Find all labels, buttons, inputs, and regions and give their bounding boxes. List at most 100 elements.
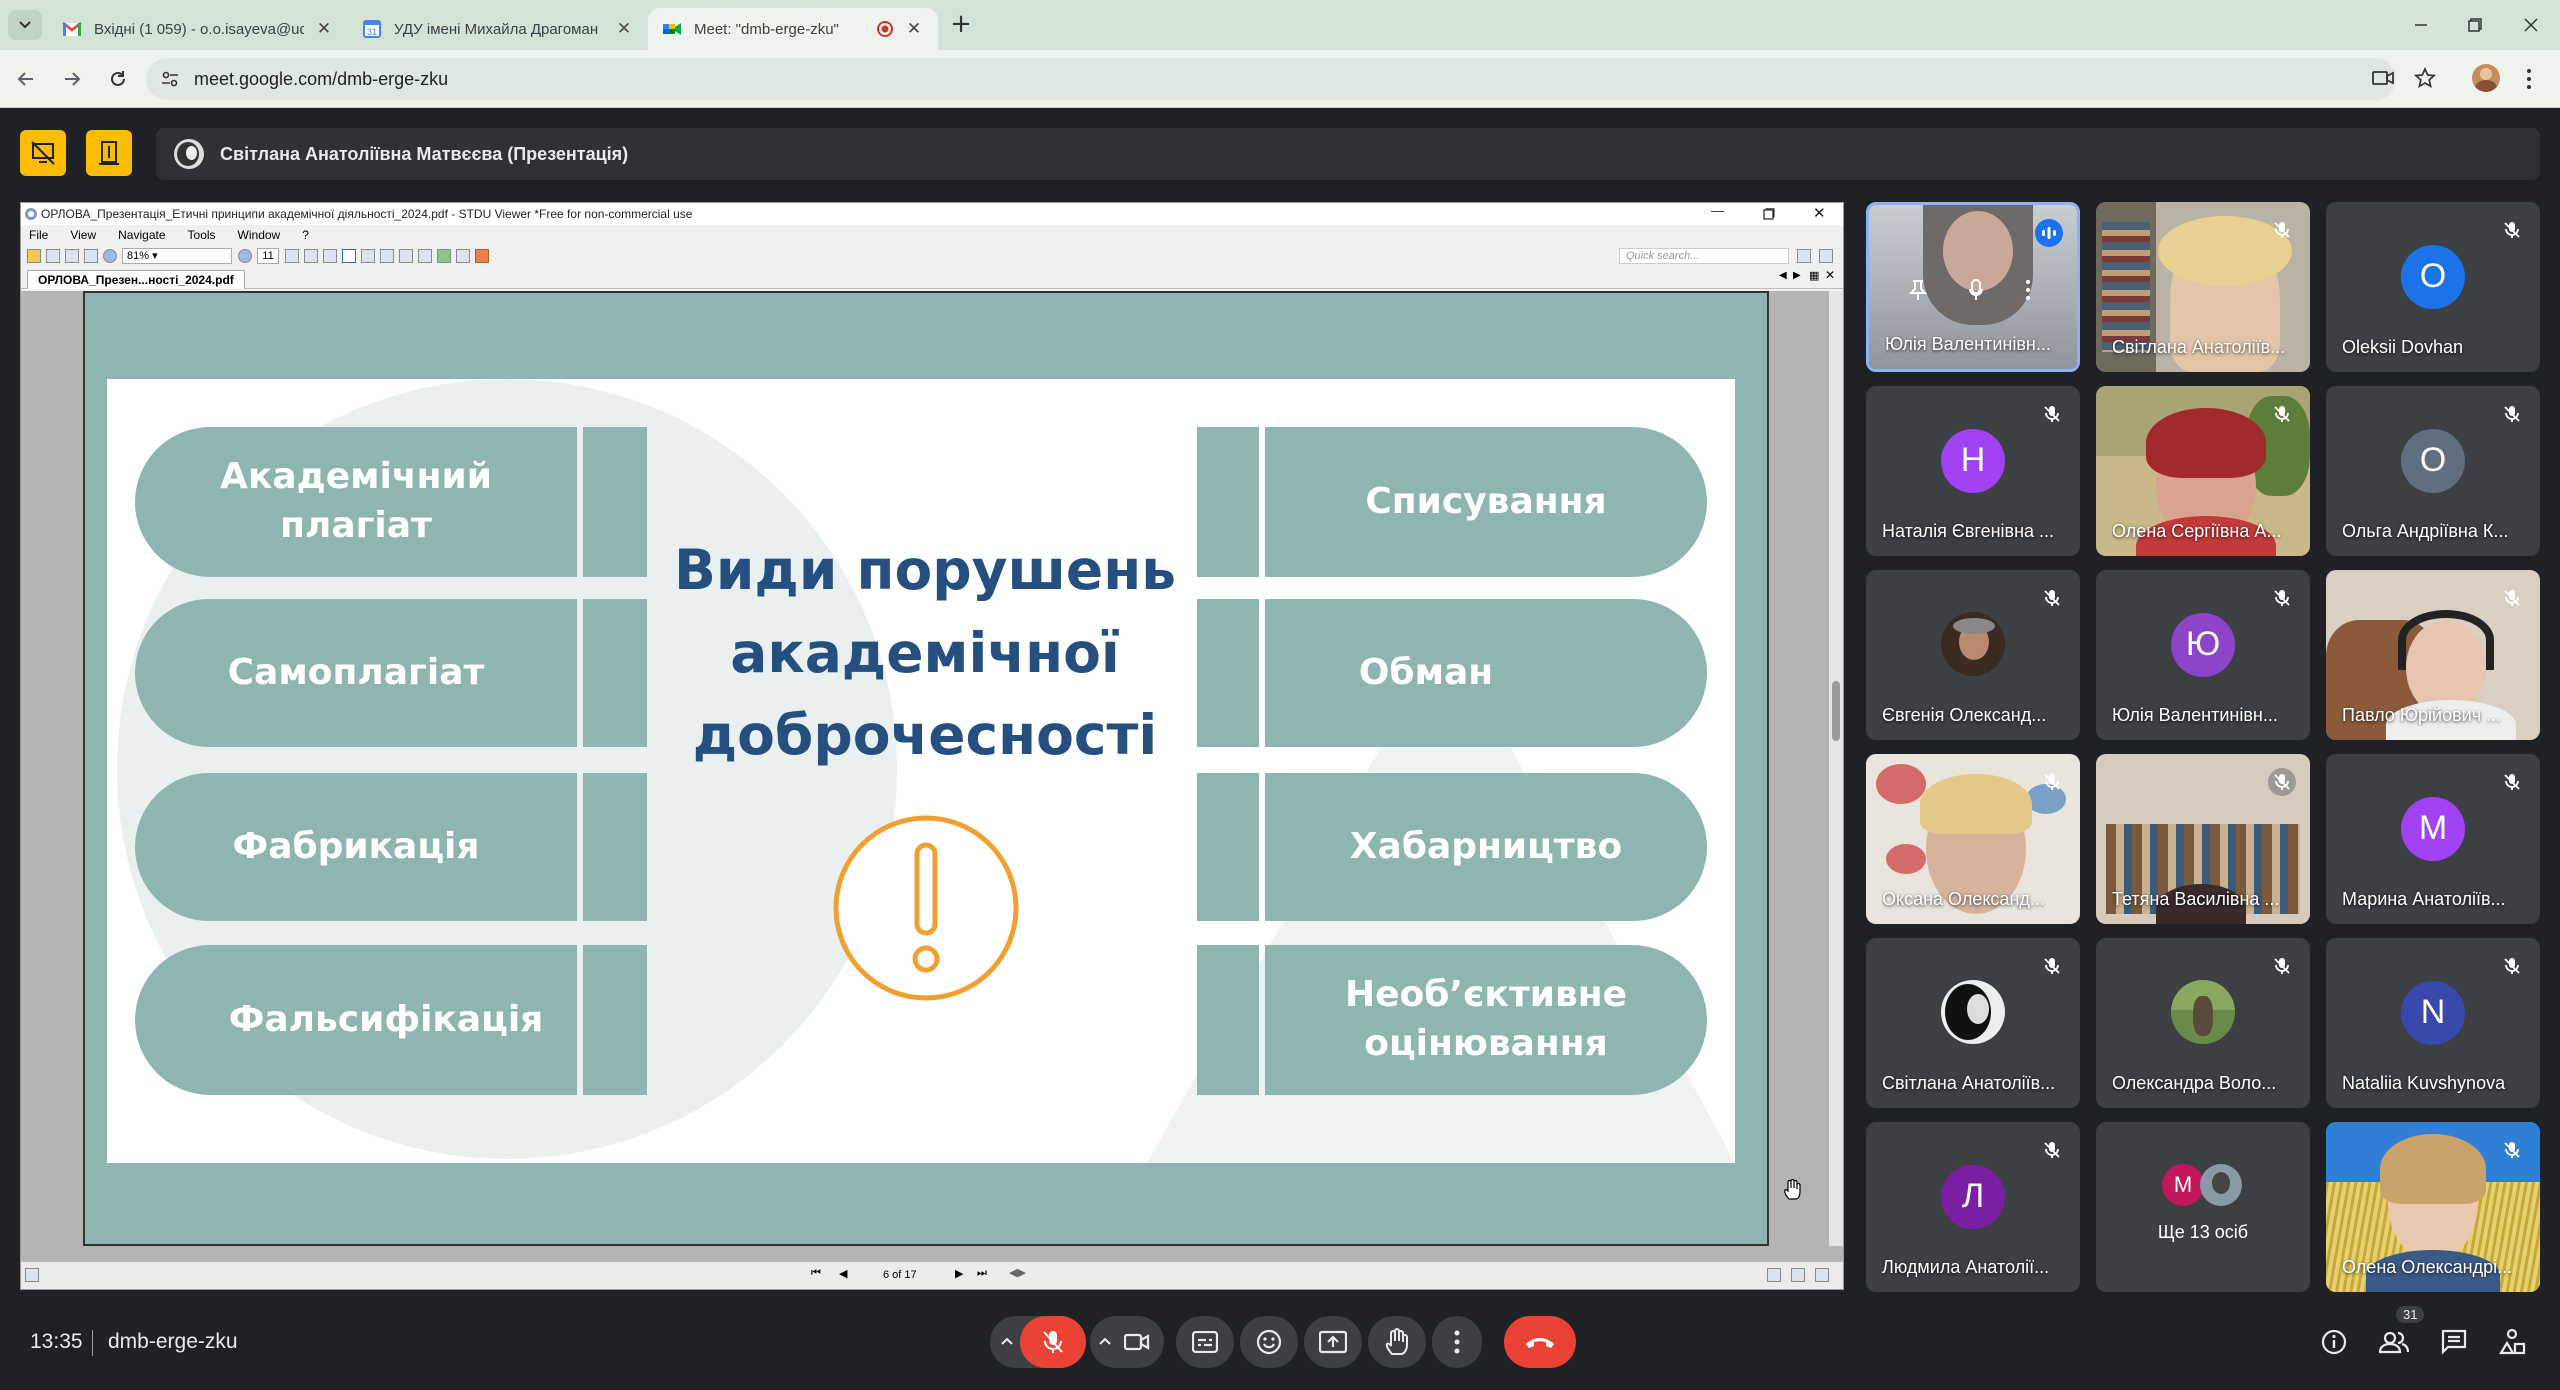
tab-calendar[interactable]: 31 УДУ імені Михайла Драгоман ✕ bbox=[348, 8, 648, 50]
camera-in-use-icon[interactable] bbox=[2372, 68, 2394, 88]
zoom-out-icon[interactable] bbox=[103, 249, 117, 263]
print-icon[interactable] bbox=[46, 249, 60, 263]
participant-tile[interactable]: М Марина Анатоліїв... bbox=[2326, 754, 2540, 924]
bookmark-star-icon[interactable] bbox=[2414, 67, 2436, 89]
chat-button[interactable] bbox=[2432, 1320, 2476, 1364]
mic-toggle-button[interactable] bbox=[1020, 1316, 1086, 1368]
participant-tile[interactable]: Оксана Олександ... bbox=[1866, 754, 2080, 924]
find-icon[interactable] bbox=[418, 249, 432, 263]
menu-view[interactable]: View bbox=[70, 228, 96, 242]
profile-avatar[interactable] bbox=[2472, 64, 2500, 92]
close-icon[interactable]: ✕ bbox=[614, 19, 634, 39]
participant-tile[interactable]: Тетяна Василівна ... bbox=[2096, 754, 2310, 924]
page-number-field[interactable]: 11 bbox=[257, 248, 279, 264]
participant-tile[interactable]: Н Наталія Євгенівна ... bbox=[1866, 386, 2080, 556]
stop-presentation-button[interactable] bbox=[20, 130, 66, 176]
menu-help[interactable]: ? bbox=[302, 228, 309, 242]
page-next-icon[interactable] bbox=[84, 249, 98, 263]
omnibox[interactable]: meet.google.com/dmb-erge-zku bbox=[146, 58, 2396, 100]
minimize-button[interactable] bbox=[2392, 0, 2450, 50]
site-settings-icon[interactable] bbox=[160, 69, 180, 89]
present-now-button[interactable] bbox=[1304, 1316, 1362, 1368]
new-tab-button[interactable]: + bbox=[946, 10, 976, 40]
tab-search-button[interactable] bbox=[8, 10, 42, 40]
hand-tool-icon[interactable] bbox=[342, 249, 356, 263]
raise-hand-button[interactable] bbox=[1368, 1316, 1426, 1368]
tabs-scroll-left-icon[interactable]: ◀ bbox=[1779, 270, 1787, 281]
page-prev-icon[interactable] bbox=[65, 249, 79, 263]
more-vert-icon[interactable] bbox=[2025, 279, 2031, 301]
fit-width-icon[interactable] bbox=[304, 249, 318, 263]
zoom-select[interactable]: 81% ▾ bbox=[122, 248, 232, 264]
pin-icon[interactable] bbox=[1909, 279, 1927, 301]
tabs-scroll-right-icon[interactable]: ▶ bbox=[1793, 270, 1801, 281]
tab-gmail[interactable]: Вхідні (1 059) - o.o.isayeva@ud ✕ bbox=[48, 8, 348, 50]
participant-tile[interactable]: Л Людмила Анатолії... bbox=[1866, 1122, 2080, 1292]
close-icon[interactable]: ✕ bbox=[314, 19, 334, 39]
viewer-maximize-icon[interactable] bbox=[1763, 208, 1775, 220]
single-page-icon[interactable] bbox=[1767, 1268, 1781, 1282]
thumbnails-icon[interactable] bbox=[399, 249, 413, 263]
last-page-icon[interactable]: ⏭ bbox=[977, 1267, 987, 1280]
activities-button[interactable] bbox=[2490, 1320, 2534, 1364]
tabs-list-icon[interactable]: ▦ bbox=[1809, 269, 1819, 282]
close-window-button[interactable] bbox=[2502, 0, 2560, 50]
captions-button[interactable] bbox=[1176, 1316, 1234, 1368]
scroll-thumb[interactable] bbox=[1832, 681, 1840, 741]
participant-tile[interactable]: Олена Олександрі... bbox=[2326, 1122, 2540, 1292]
fit-page-icon[interactable] bbox=[285, 249, 299, 263]
sidebar-toggle-icon[interactable] bbox=[25, 1268, 39, 1282]
menu-file[interactable]: File bbox=[29, 228, 48, 242]
back-history-icon[interactable] bbox=[437, 249, 451, 263]
reactions-button[interactable] bbox=[1240, 1316, 1298, 1368]
open-icon[interactable] bbox=[27, 249, 41, 263]
prev-page-icon[interactable]: ◀ bbox=[839, 1267, 847, 1280]
annotate-icon[interactable] bbox=[475, 249, 489, 263]
close-icon[interactable]: ✕ bbox=[904, 19, 924, 39]
menu-navigate[interactable]: Navigate bbox=[118, 228, 165, 242]
participant-tile[interactable]: О Ольга Андріївна К... bbox=[2326, 386, 2540, 556]
forward-button[interactable] bbox=[56, 62, 88, 96]
fit-height-icon[interactable] bbox=[323, 249, 337, 263]
participant-tile[interactable]: Світлана Анатоліїв... bbox=[1866, 938, 2080, 1108]
participant-tile[interactable]: Євгенія Олександ... bbox=[1866, 570, 2080, 740]
restore-button[interactable] bbox=[2446, 0, 2504, 50]
text-select-icon[interactable] bbox=[361, 249, 375, 263]
videocam-icon[interactable] bbox=[1124, 1332, 1150, 1352]
people-button[interactable]: 31 bbox=[2372, 1306, 2425, 1364]
quick-search-input[interactable]: Quick search... bbox=[1619, 248, 1789, 264]
participant-tile[interactable]: Павло Юрійович ... bbox=[2326, 570, 2540, 740]
mic-icon[interactable] bbox=[1969, 279, 1983, 301]
next-page-icon[interactable]: ▶ bbox=[955, 1267, 963, 1280]
zoom-in-icon[interactable] bbox=[238, 249, 252, 263]
meeting-details-button[interactable] bbox=[2312, 1320, 2356, 1364]
reload-button[interactable] bbox=[102, 62, 134, 96]
document-tab[interactable]: ОРЛОВА_Презен...ності_2024.pdf bbox=[27, 270, 245, 289]
pin-presentation-button[interactable] bbox=[86, 130, 132, 176]
participant-tile[interactable]: Ю Юлія Валентинівн... bbox=[2096, 570, 2310, 740]
chevron-up-icon[interactable] bbox=[1098, 1336, 1112, 1346]
participant-tile[interactable]: O Oleksii Dovhan bbox=[2326, 202, 2540, 372]
participant-tile[interactable]: N Nataliia Kuvshynova bbox=[2326, 938, 2540, 1108]
participant-tile[interactable]: Юлія Валентинівн... bbox=[1866, 202, 2080, 372]
viewer-minimize-button[interactable]: — bbox=[1711, 203, 1724, 218]
more-vert-icon[interactable] bbox=[2526, 68, 2532, 90]
back-button[interactable] bbox=[10, 62, 42, 96]
more-participants-tile[interactable]: М Ще 13 осіб bbox=[2096, 1122, 2310, 1292]
copy-icon[interactable] bbox=[456, 249, 470, 263]
viewer-close-button[interactable]: ✕ bbox=[1813, 204, 1826, 222]
participant-tile[interactable]: Олександра Воло... bbox=[2096, 938, 2310, 1108]
vertical-scrollbar[interactable] bbox=[1829, 291, 1843, 1246]
mic-control[interactable] bbox=[990, 1316, 1086, 1368]
menu-tools[interactable]: Tools bbox=[188, 228, 216, 242]
participant-tile[interactable]: Олена Сергіївна А... bbox=[2096, 386, 2310, 556]
chevron-up-icon[interactable] bbox=[1000, 1336, 1014, 1346]
url-text[interactable]: meet.google.com/dmb-erge-zku bbox=[194, 69, 448, 90]
search-options-icon[interactable] bbox=[1819, 249, 1833, 263]
first-page-icon[interactable]: ⏮ bbox=[811, 1267, 821, 1280]
participant-tile[interactable]: Світлана Анатоліїв... bbox=[2096, 202, 2310, 372]
search-icon[interactable] bbox=[1797, 249, 1811, 263]
history-back-icon[interactable]: ◀▶ bbox=[1009, 1266, 1026, 1279]
more-options-button[interactable] bbox=[1432, 1316, 1482, 1368]
leave-call-button[interactable] bbox=[1504, 1316, 1576, 1368]
